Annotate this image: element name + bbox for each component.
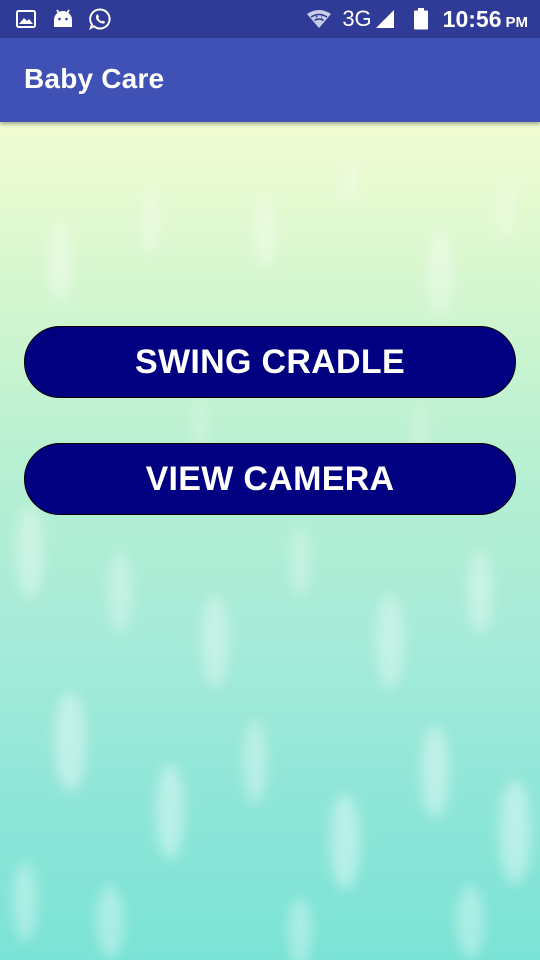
network-type: 3G [342, 6, 372, 31]
swing-cradle-button[interactable]: SWING CRADLE [24, 326, 516, 398]
status-right-icons: ↑↓ 3G 10:56 PM [306, 4, 528, 34]
app-bar: Baby Care [0, 38, 540, 122]
gallery-icon [14, 7, 38, 31]
status-time: 10:56 [442, 5, 502, 32]
status-ampm: PM [505, 13, 529, 31]
whatsapp-icon [88, 7, 112, 31]
signal-icon [373, 7, 397, 31]
android-icon [51, 7, 75, 31]
svg-text:↑↓: ↑↓ [314, 15, 324, 22]
app-title: Baby Care [24, 63, 165, 94]
battery-icon [413, 7, 429, 31]
status-bar: ↑↓ 3G 10:56 PM [0, 0, 540, 38]
status-left-icons [14, 7, 112, 31]
main-content: SWING CRADLE VIEW CAMERA [0, 122, 540, 960]
view-camera-button[interactable]: VIEW CAMERA [24, 443, 516, 515]
wifi-hotspot-icon: ↑↓ [306, 7, 332, 31]
bokeh-background [13, 156, 531, 960]
